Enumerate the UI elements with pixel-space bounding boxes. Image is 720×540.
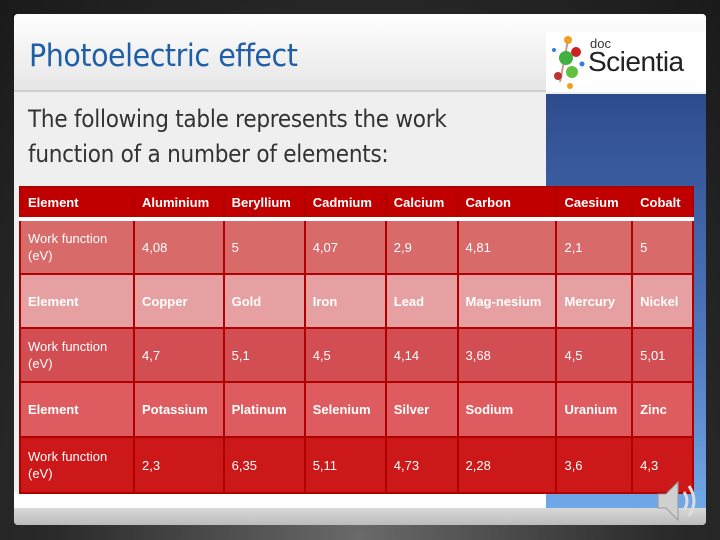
table-cell: Selenium (303, 381, 387, 438)
table-cell: 5,1 (222, 327, 306, 383)
content-footer (14, 492, 546, 508)
molecule-icon (552, 36, 585, 89)
table-cell: 6,35 (222, 436, 306, 494)
table-cell: 2,3 (133, 436, 225, 494)
table-cell: Cadmium (303, 186, 387, 221)
slide-title: Photoelectric effect (29, 38, 298, 74)
table-cell: 2,9 (384, 218, 459, 275)
row-label: Element (19, 381, 135, 438)
table-cell: Iron (303, 273, 387, 329)
element-row: Element Copper Gold Iron Lead Mag-nesium Mercu… (19, 273, 694, 329)
logo-text-scientia: Scientia (588, 46, 684, 77)
work-function-row: Work function (eV) 4,08 5 4,07 2,9 4,81 2,1 5 (19, 218, 694, 275)
table-cell: 2,28 (456, 436, 558, 494)
row-label: Work function (eV) (19, 218, 135, 275)
intro-text: The following table represents the work … (28, 105, 447, 168)
speaker-icon[interactable] (652, 478, 702, 524)
work-function-table: Element Aluminium Beryllium Cadmium Calcium C… (19, 186, 694, 494)
table-cell: Aluminium (133, 186, 225, 221)
table-cell: Silver (384, 381, 459, 438)
table-cell: Potassium (133, 381, 225, 438)
table-cell: 4,73 (384, 436, 459, 494)
table-cell: Calcium (384, 186, 459, 221)
table-cell: Mag-nesium (456, 273, 558, 329)
docscientia-logo: doc Scientia (546, 32, 706, 92)
table-cell: 4,14 (384, 327, 459, 383)
table-cell: 3,68 (456, 327, 558, 383)
row-label: Element (19, 186, 135, 221)
table-cell: Beryllium (222, 186, 306, 221)
bottom-bar (14, 508, 706, 525)
table-cell: 5,01 (631, 327, 694, 383)
table-cell: Uranium (555, 381, 634, 438)
table-cell: 5,11 (303, 436, 387, 494)
table-cell: Cobalt (631, 186, 694, 221)
table-cell: 4,5 (303, 327, 387, 383)
table-cell: Nickel (631, 273, 694, 329)
row-label: Work function (eV) (19, 327, 135, 383)
table-cell: 4,08 (133, 218, 225, 275)
table-cell: Gold (222, 273, 306, 329)
table-cell: 2,1 (555, 218, 634, 275)
element-row: Element Aluminium Beryllium Cadmium Calcium C… (19, 186, 694, 221)
table-cell: 3,6 (555, 436, 634, 494)
table-cell: 4,7 (133, 327, 225, 383)
row-label: Work function (eV) (19, 436, 135, 494)
table-cell: Caesium (555, 186, 634, 221)
table-cell: Zinc (631, 381, 694, 438)
work-function-row: Work function (eV) 4,7 5,1 4,5 4,14 3,68 4,5 5,… (19, 327, 694, 383)
table-cell: Mercury (555, 273, 634, 329)
table-cell: Sodium (456, 381, 558, 438)
table-cell: Carbon (456, 186, 558, 221)
row-label: Element (19, 273, 135, 329)
table-cell: Copper (133, 273, 225, 329)
work-function-row: Work function (eV) 2,3 6,35 5,11 4,73 2,28 3,6… (19, 436, 694, 494)
element-row: Element Potassium Platinum Selenium Silver So… (19, 381, 694, 438)
table-cell: 5 (222, 218, 306, 275)
table-cell: 5 (631, 218, 694, 275)
table-cell: 4,07 (303, 218, 387, 275)
table-cell: 4,81 (456, 218, 558, 275)
table-cell: Lead (384, 273, 459, 329)
table-cell: 4,5 (555, 327, 634, 383)
table-cell: Platinum (222, 381, 306, 438)
